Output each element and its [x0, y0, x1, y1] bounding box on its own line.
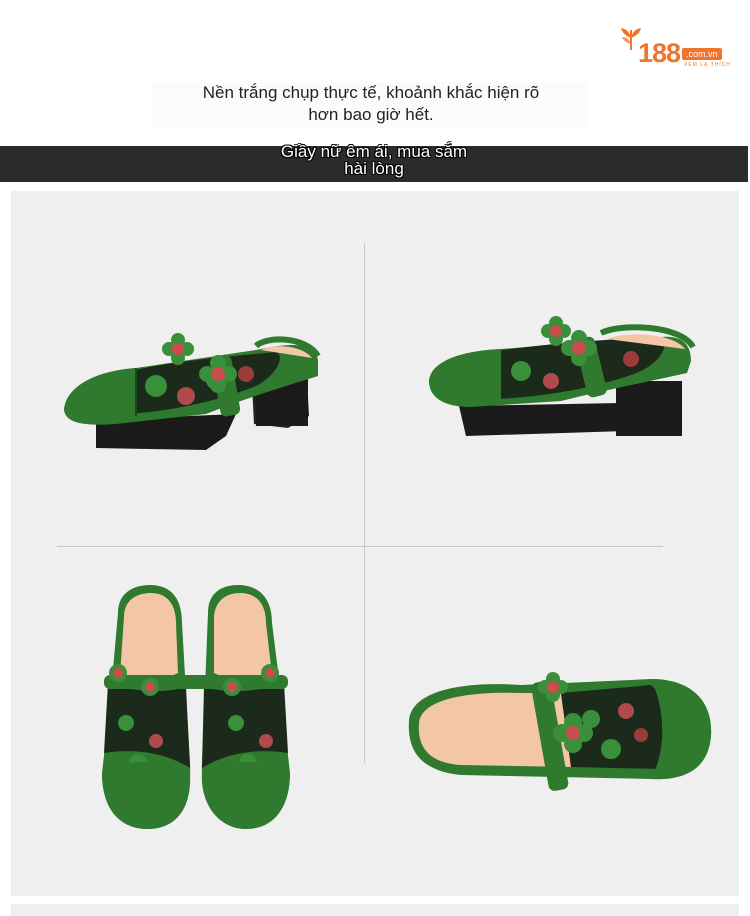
shoe-top-view-pair[interactable] — [96, 583, 296, 843]
shoe-side-view-left[interactable] — [56, 316, 326, 476]
promo-banner: Giầy nữ êm ái, mua sắm hài lòng — [0, 142, 748, 182]
banner-line-2: hài lòng — [344, 159, 404, 178]
intro-text: Nền trắng chụp thực tế, khoảnh khắc hiện… — [153, 82, 589, 128]
next-panel-edge — [11, 904, 739, 916]
shoe-inside-view[interactable] — [401, 671, 721, 801]
logo-domain: .com.vn — [682, 48, 722, 60]
right-shoe — [201, 585, 290, 829]
intro-line-1: Nền trắng chụp thực tế, khoảnh khắc hiện… — [202, 83, 540, 102]
shoe-side-view-right[interactable] — [421, 311, 701, 446]
intro-line-2: hơn bao giờ hết. — [308, 105, 434, 124]
logo-number: 188 — [638, 38, 681, 68]
vertical-divider — [364, 243, 365, 763]
logo-tagline: XEM LÀ THÍCH — [684, 62, 731, 68]
left-shoe — [102, 585, 191, 829]
product-photo-panel — [11, 191, 739, 896]
site-logo[interactable]: 188 .com.vn XEM LÀ THÍCH — [618, 24, 732, 68]
horizontal-divider — [57, 546, 663, 547]
